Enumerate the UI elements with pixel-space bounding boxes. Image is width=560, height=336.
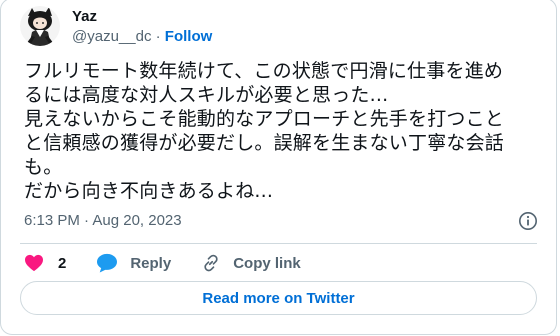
divider [20,243,537,244]
tweet-text-line: も。 [24,156,63,178]
reply-button[interactable]: Reply [96,253,171,273]
tweet-timestamp[interactable]: 6:13 PM · Aug 20, 2023 [24,211,182,231]
copy-link-button[interactable]: Copy link [201,253,301,273]
reply-label: Reply [130,254,172,272]
author-handle[interactable]: @yazu__dc [72,28,151,45]
avatar[interactable] [20,6,60,46]
tweet-header: Yaz @yazu__dc · Follow [20,3,212,49]
handle-row: @yazu__dc · Follow [72,27,212,46]
tweet-text: フルリモート数年続けて、この状態で円滑に仕事を進め るには高度な対人スキルが必要と… [24,59,534,203]
tweet-text-line: だから向き不向きあるよね... [24,180,274,202]
tweet-card: Yaz @yazu__dc · Follow フルリモート数年続けて、この状態で… [0,0,557,335]
tweet-text-line: フルリモート数年続けて、この状態で円滑に仕事を進め [24,60,504,82]
author-display-name[interactable]: Yaz [72,7,212,26]
link-icon [201,253,221,273]
like-button[interactable]: 2 [24,254,66,272]
tweet-text-line: るには高度な対人スキルが必要と思った... [24,84,389,106]
tweet-text-line: 見えないからこそ能動的なアプローチと先手を打つこと [24,108,505,130]
read-more-button[interactable]: Read more on Twitter [20,281,537,315]
copy-link-label: Copy link [233,254,301,272]
handle-separator: · [151,27,165,45]
tweet-text-line: と信頼感の獲得が必要だし。誤解を生まない丁寧な会話 [24,132,505,154]
like-count: 2 [58,254,67,272]
speech-bubble-icon [96,253,118,273]
action-bar: 2 Reply Copy link [24,251,331,275]
info-icon[interactable] [518,211,538,231]
author-block: Yaz @yazu__dc · Follow [72,7,212,46]
heart-icon [24,254,44,272]
follow-button[interactable]: Follow [165,28,213,45]
